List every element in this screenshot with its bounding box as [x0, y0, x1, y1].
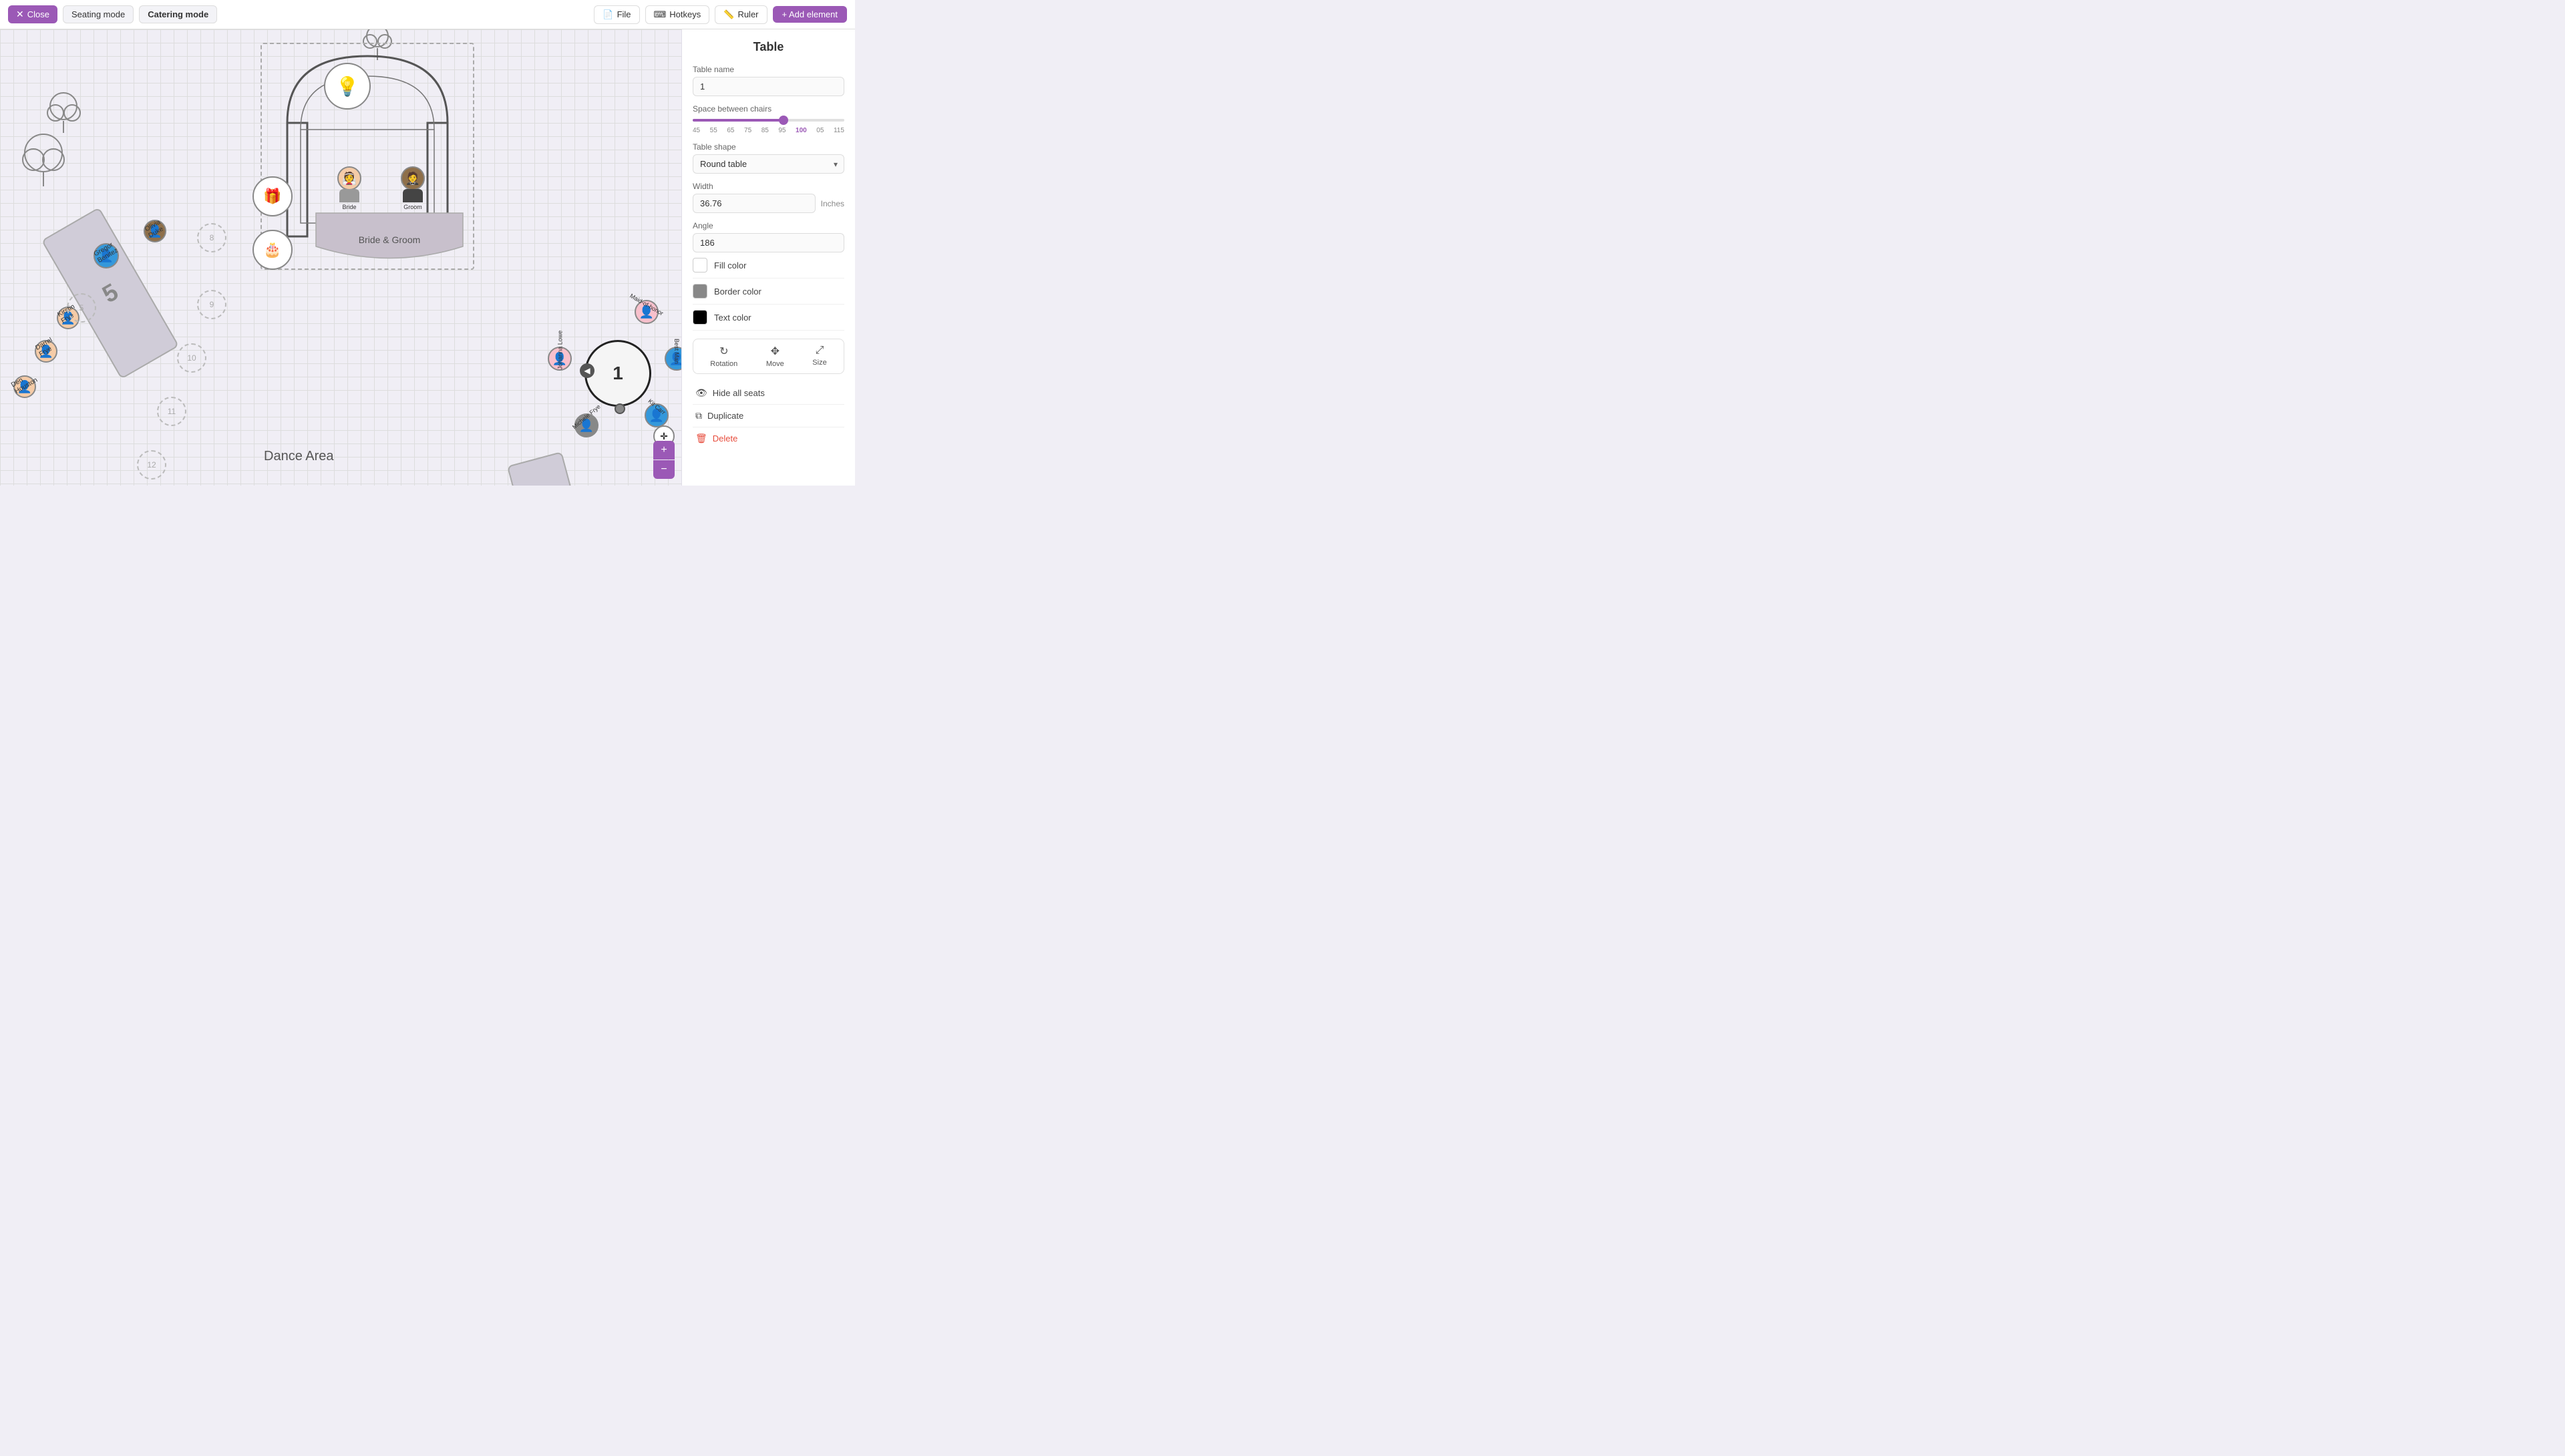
hotkeys-icon: ⌨: [654, 9, 667, 20]
bride-head: 👰: [337, 166, 361, 190]
ghost-table-5[interactable]: 5: [67, 293, 96, 323]
close-button[interactable]: ✕ Close: [8, 5, 57, 23]
fill-color-swatch[interactable]: [693, 258, 707, 272]
table-br-surface[interactable]: [507, 451, 592, 486]
johanna-lowe-label: Johanna Lowe: [556, 331, 563, 370]
olivia-duke-person: 👤 OliviaDuke: [144, 220, 166, 242]
table-shape-select-wrapper: Round table: [693, 154, 844, 174]
darrel-frye-person: 👤 DarrelFrye: [35, 340, 57, 363]
main-layout: 💡 🎁 🎂 👰 Bride 🤵 Groom Bride & Groo: [0, 29, 855, 486]
table-name-input[interactable]: [693, 77, 844, 96]
border-color-row: Border color: [693, 279, 844, 305]
toolbar-right: 📄 File ⌨ Hotkeys 📏 Ruler + Add element: [594, 5, 847, 24]
maid-of-honor-person: 👤 Maid-of-honor: [635, 300, 659, 324]
ghost-table-9[interactable]: 9: [197, 290, 226, 319]
text-color-swatch[interactable]: [693, 310, 707, 325]
bg-table-svg: Bride & Groom: [313, 200, 466, 266]
ghost-table-8[interactable]: 8: [197, 223, 226, 252]
bride-groom-table: Bride & Groom: [313, 200, 466, 270]
ruler-icon: 📏: [723, 9, 734, 20]
right-panel: Table Table name Space between chairs 45…: [681, 29, 855, 486]
toolbar: ✕ Close Seating mode Catering mode 📄 Fil…: [0, 0, 855, 29]
zoom-out-button[interactable]: −: [653, 460, 675, 479]
width-input[interactable]: [693, 194, 816, 213]
ghost-table-11[interactable]: 11: [157, 397, 186, 426]
seating-mode-button[interactable]: Seating mode: [63, 5, 134, 23]
angle-input[interactable]: [693, 233, 844, 252]
slider-thumb[interactable]: [779, 116, 788, 125]
hide-icon: 👁: [695, 387, 707, 399]
size-button[interactable]: ⤢ Size: [812, 345, 826, 368]
file-icon: 📄: [603, 9, 613, 20]
table-shape-select[interactable]: Round table: [693, 154, 844, 174]
fill-color-label: Fill color: [714, 260, 746, 270]
kit-carr-person: 👤 Kit Carr: [645, 403, 669, 427]
groom-head: 🤵: [401, 166, 425, 190]
cake-icon-circle: 🎂: [252, 230, 293, 270]
width-row: Inches: [693, 194, 844, 213]
johanna-lowe-person: 👤 Johanna Lowe: [548, 347, 572, 371]
space-chairs-label: Space between chairs: [693, 104, 844, 114]
text-color-row: Text color: [693, 305, 844, 331]
table-shape-label: Table shape: [693, 142, 844, 152]
zoom-in-button[interactable]: +: [653, 441, 675, 460]
rotation-button[interactable]: ↻ Rotation: [710, 345, 737, 368]
compass-icon: ✛: [660, 431, 668, 442]
border-color-label: Border color: [714, 287, 761, 297]
slider-track[interactable]: [693, 119, 844, 122]
border-color-swatch[interactable]: [693, 284, 707, 299]
space-slider-container: 45 55 65 75 85 95 100 05 115: [693, 119, 844, 134]
dance-area-label: Dance Area: [264, 449, 334, 464]
cake-icon: 🎂: [263, 241, 281, 258]
delete-icon: 🗑: [695, 433, 707, 444]
ghost-table-10[interactable]: 10: [177, 343, 206, 373]
file-button[interactable]: 📄 File: [594, 5, 639, 24]
move-icon: ✥: [771, 345, 780, 358]
ghost-table-12[interactable]: 12: [137, 450, 166, 480]
size-icon: ⤢: [816, 345, 824, 357]
table-name-label: Table name: [693, 65, 844, 74]
fill-color-row: Fill color: [693, 252, 844, 279]
best-man-person: 👤 Best Man: [665, 347, 681, 371]
tree-1: [20, 130, 67, 190]
lightbulb-circle: 💡: [324, 63, 371, 110]
angle-label: Angle: [693, 221, 844, 230]
slider-labels: 45 55 65 75 85 95 100 05 115: [693, 127, 844, 134]
slider-fill: [693, 119, 784, 122]
scale-handle[interactable]: [615, 403, 625, 414]
tree-2: [45, 89, 82, 136]
lightbulb-icon: 💡: [336, 75, 359, 98]
rotation-icon: ↻: [719, 345, 728, 358]
width-label: Width: [693, 182, 844, 191]
zoom-controls: + −: [653, 441, 675, 479]
table-1[interactable]: 1: [584, 340, 651, 407]
hotkeys-button[interactable]: ⌨ Hotkeys: [645, 5, 710, 24]
text-color-label: Text color: [714, 313, 751, 323]
gift-icon-circle: 🎁: [252, 176, 293, 216]
move-button[interactable]: ✥ Move: [766, 345, 784, 368]
delete-button[interactable]: 🗑 Delete: [693, 427, 844, 449]
duplicate-button[interactable]: ⧉ Duplicate: [693, 405, 844, 427]
canvas[interactable]: 💡 🎁 🎂 👰 Bride 🤵 Groom Bride & Groo: [0, 29, 681, 486]
gift-icon: 🎁: [263, 188, 281, 205]
den-houston-person: 👤 DenHouston: [13, 375, 36, 398]
action-row: ↻ Rotation ✥ Move ⤢ Size: [693, 339, 844, 374]
svg-text:Bride & Groom: Bride & Groom: [359, 234, 421, 245]
duplicate-icon: ⧉: [695, 410, 702, 421]
add-element-button[interactable]: + Add element: [773, 6, 847, 23]
rotate-handle[interactable]: ◀: [580, 363, 594, 378]
hide-seats-button[interactable]: 👁 Hide all seats: [693, 382, 844, 405]
catering-mode-button[interactable]: Catering mode: [139, 5, 217, 23]
gregor-benitez-person: 👤 GregorBenitez: [94, 243, 119, 268]
width-unit: Inches: [821, 199, 844, 208]
ruler-button[interactable]: 📏 Ruler: [715, 5, 767, 24]
best-man-label: Best Man: [673, 339, 680, 364]
table-br: [507, 451, 592, 486]
michele-frye-person: 👤 Michele Frye: [574, 413, 598, 437]
panel-title: Table: [693, 40, 844, 54]
close-icon: ✕: [16, 9, 24, 20]
